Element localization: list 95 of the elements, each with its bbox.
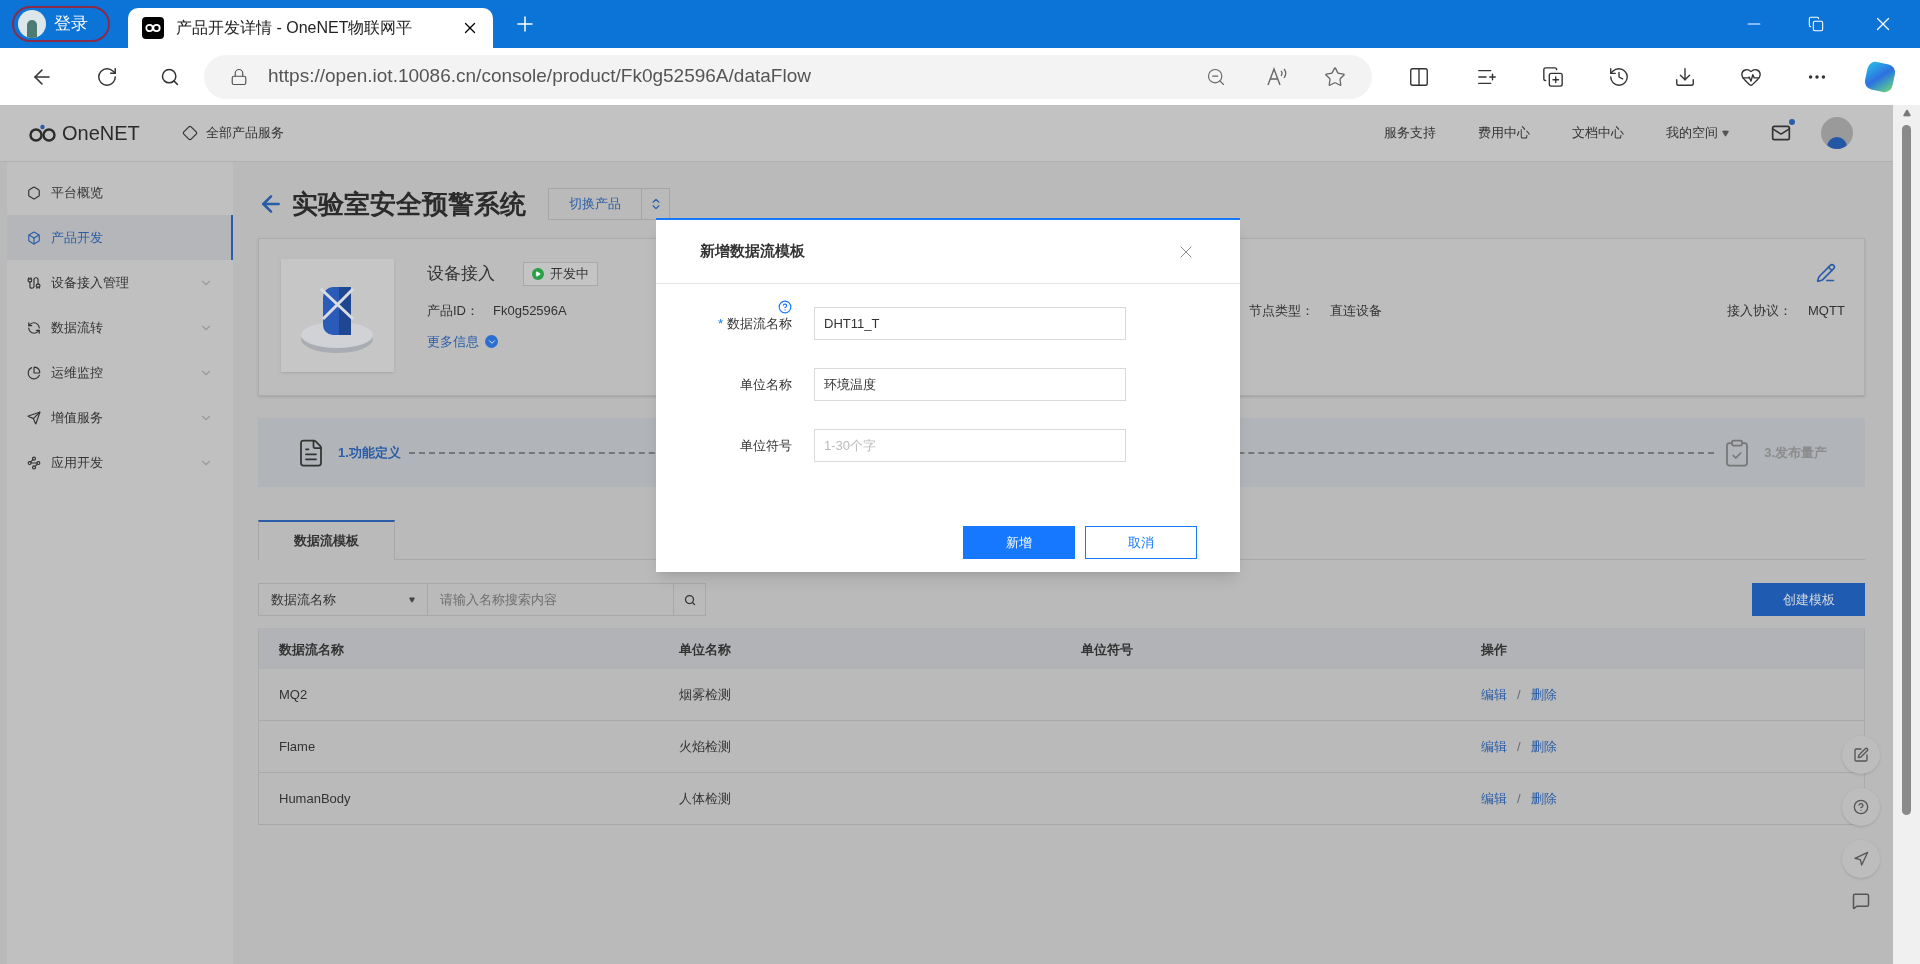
separator-text: / [1517,685,1521,704]
product-title: 实验室安全预警系统 [292,187,526,221]
table-cell: 人体检测 [679,790,731,806]
action-link[interactable]: 编辑 [1481,736,1507,757]
table-cell: 火焰检测 [679,738,731,754]
my-space-menu[interactable]: 我的空间 [1666,123,1729,143]
split-screen-icon[interactable] [1408,65,1430,88]
input-field[interactable]: DHT11_T [814,307,1126,340]
menu-icon [27,320,41,335]
action-link[interactable]: 编辑 [1481,684,1507,705]
menu-icon [27,410,41,425]
header-link[interactable]: 服务支持 [1384,123,1436,143]
table-cell: Flame [279,738,316,754]
input-field[interactable]: 1-30个字 [814,429,1126,462]
refresh-icon[interactable] [96,65,118,88]
help-icon[interactable] [778,299,792,314]
caret-icon [409,596,415,603]
field-value: Fk0g52596A [493,301,567,320]
field-label: 接入协议： [1727,302,1792,320]
action-link[interactable]: 删除 [1530,736,1557,757]
user-avatar[interactable] [1821,117,1853,149]
chevron-icon[interactable] [485,335,498,349]
avatar-icon [18,10,46,38]
filter-select[interactable]: 数据流名称 [258,583,428,616]
address-bar[interactable]: https://open.iot.10086.cn/console/product/Fk0g52596A/dataFlow [204,54,1372,99]
menu-icon [27,365,41,380]
field-value: MQTT [1808,302,1845,320]
caret-icon [1722,129,1729,137]
field-value: 直连设备 [1330,302,1382,320]
dialog-button[interactable]: 新增 [963,526,1075,559]
action-link[interactable]: 删除 [1530,684,1557,705]
edit-icon[interactable] [1816,263,1836,283]
url-text: https://open.iot.10086.cn/console/product/Fk0g52596A/dataFlow [268,64,812,89]
search-icon[interactable] [160,66,180,87]
required-mark: * [717,314,723,333]
search-field[interactable]: 请输入名称搜索内容 [428,583,673,616]
switch-product-button[interactable]: 切换产品 [548,188,642,220]
sidebar-item[interactable]: 增值服务 [7,395,233,440]
profile-button[interactable]: 登录 [12,6,110,42]
field-label: 产品ID： [427,301,479,320]
sidebar-item[interactable]: 应用开发 [7,440,233,485]
restore-icon[interactable] [1808,16,1824,32]
search-button[interactable] [673,583,706,616]
play-icon [532,267,544,280]
message-icon[interactable] [1852,892,1870,910]
search-icon [683,593,696,606]
device-access-label: 设备接入 [427,263,495,285]
sidebar-item[interactable]: 平台概览 [7,170,233,215]
menu-icon [27,275,41,290]
menu-icon [27,230,41,245]
collections-icon[interactable] [1542,65,1564,88]
table-cell: MQ2 [279,686,308,702]
field-label: 单位名称 [740,375,792,394]
column-header: 操作 [1481,641,1507,657]
more-info-link[interactable]: 更多信息 [427,332,479,352]
scrollbar[interactable] [1893,105,1920,964]
zoom-out-icon[interactable] [1206,66,1226,87]
column-header: 数据流名称 [279,641,344,657]
status-badge: 开发中 [523,261,598,286]
separator-text: / [1517,789,1521,808]
column-header: 单位名称 [679,641,731,657]
read-aloud-icon[interactable] [1266,66,1288,87]
column-header: 单位符号 [1081,641,1133,657]
sidebar-item[interactable]: 运维监控 [7,350,233,395]
table-cell: 烟雾检测 [679,686,731,702]
dialog-button[interactable]: 取消 [1085,526,1197,559]
action-link[interactable]: 编辑 [1481,788,1507,809]
tab[interactable]: 数据流模板 [258,520,395,560]
history-icon[interactable] [1608,65,1630,88]
field-label: 节点类型： [1249,302,1314,320]
menu-icon [27,455,41,470]
action-link[interactable]: 删除 [1530,788,1557,809]
separator-text: / [1517,737,1521,756]
input-field[interactable]: 环境温度 [814,368,1126,401]
menu-icon [27,185,41,200]
sidebar-item[interactable]: 数据流转 [7,305,233,350]
sidebar-item[interactable]: 设备接入管理 [7,260,233,305]
field-label: 数据流名称 [727,314,792,333]
download-icon[interactable] [1674,65,1696,88]
dialog-title: 新增数据流模板 [700,241,806,262]
logo-icon [28,124,58,142]
scroll-up-icon[interactable] [1902,109,1911,117]
field-label: 单位符号 [740,436,792,455]
brand-logo[interactable]: OneNET [28,118,140,148]
header-link[interactable]: 文档中心 [1572,123,1624,143]
tab-title: 产品开发详情 - OneNET物联网平 [176,18,414,38]
browser-tab[interactable]: 产品开发详情 - OneNET物联网平 [128,8,493,48]
services-icon[interactable] [181,125,198,141]
tab-logo-icon [142,17,164,39]
lock-icon [230,67,248,86]
all-services-link[interactable]: 全部产品服务 [205,123,284,143]
favorite-star-icon[interactable] [1324,65,1346,88]
table-cell: HumanBody [279,790,351,806]
header-link[interactable]: 费用中心 [1478,123,1530,143]
create-template-button[interactable]: 创建模板 [1752,583,1865,616]
